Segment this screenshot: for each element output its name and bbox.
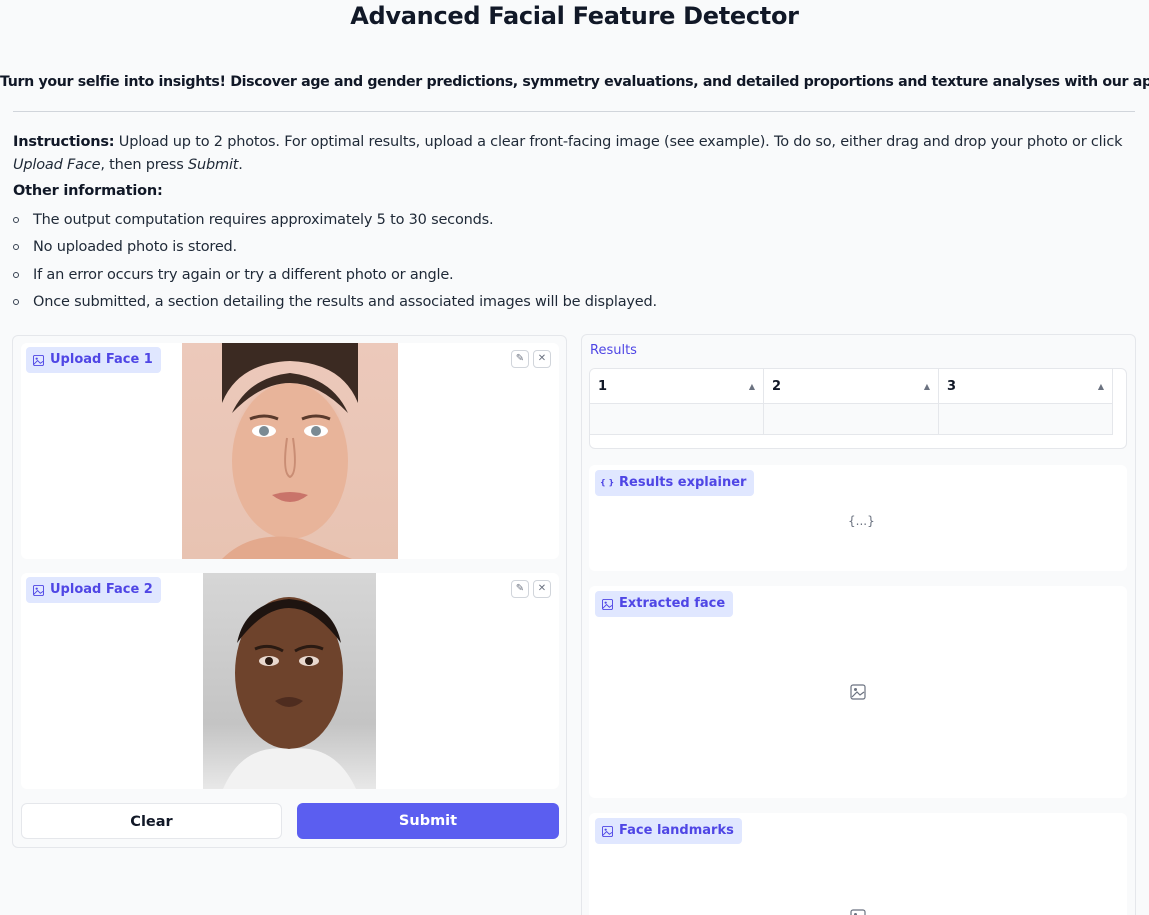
instructions-text: Instructions: Upload up to 2 photos. For…	[13, 131, 1138, 177]
list-item: If an error occurs try again or try a di…	[13, 264, 657, 291]
other-info-title: Other information:	[13, 183, 163, 199]
pencil-icon: ✎	[515, 353, 525, 364]
clear-button[interactable]: Clear	[21, 803, 282, 839]
image-icon	[33, 585, 44, 596]
edit-face-1-button[interactable]: ✎	[511, 350, 529, 368]
results-table[interactable]: 1 ▲ 2 ▲ 3 ▲	[589, 368, 1127, 449]
extracted-face-box: Extracted face	[589, 586, 1127, 798]
page-subtitle: Turn your selfie into insights! Discover…	[0, 74, 1149, 90]
close-icon: ✕	[537, 583, 547, 594]
table-cell[interactable]	[590, 404, 764, 435]
instructions-part-c: .	[238, 157, 243, 173]
remove-face-2-button[interactable]: ✕	[533, 580, 551, 598]
list-item-text: No uploaded photo is stored.	[33, 239, 237, 256]
upload-face-1-label: Upload Face 1	[26, 347, 161, 373]
bullet-icon	[13, 271, 19, 278]
table-header-3[interactable]: 3 ▲	[939, 369, 1113, 404]
upload-face-1-label-text: Upload Face 1	[50, 352, 153, 367]
results-label: Results	[590, 343, 637, 358]
close-icon: ✕	[537, 353, 547, 364]
table-cell[interactable]	[939, 404, 1113, 435]
list-item: Once submitted, a section detailing the …	[13, 291, 657, 318]
remove-face-1-button[interactable]: ✕	[533, 350, 551, 368]
image-icon	[602, 599, 613, 610]
face-landmarks-box: Face landmarks	[589, 813, 1127, 915]
page-title: Advanced Facial Feature Detector	[350, 2, 799, 30]
sort-icon[interactable]: ▲	[749, 369, 755, 404]
list-item: No uploaded photo is stored.	[13, 236, 657, 263]
list-item: The output computation requires approxim…	[13, 209, 657, 236]
other-info-list: The output computation requires approxim…	[13, 209, 657, 318]
face-1-illustration	[222, 338, 358, 559]
bullet-icon	[13, 217, 19, 223]
table-header-text: 2	[772, 379, 782, 394]
instructions-label: Instructions:	[13, 134, 115, 150]
results-explainer-label-text: Results explainer	[619, 475, 747, 490]
extracted-face-label: Extracted face	[595, 591, 734, 617]
list-item-text: If an error occurs try again or try a di…	[33, 266, 454, 283]
instructions-submit: Submit	[188, 157, 239, 173]
image-icon	[33, 355, 44, 366]
table-header-1[interactable]: 1 ▲	[590, 369, 764, 404]
table-header-text: 3	[947, 379, 957, 394]
instructions-part-b: , then press	[100, 157, 189, 173]
sort-icon[interactable]: ▲	[1098, 369, 1104, 404]
instructions-upload-face: Upload Face	[13, 157, 101, 173]
json-placeholder: {...}	[848, 514, 875, 528]
json-icon: { }	[600, 478, 615, 487]
list-item-text: Once submitted, a section detailing the …	[33, 293, 657, 310]
upload-face-2-label: Upload Face 2	[26, 577, 161, 603]
submit-button[interactable]: Submit	[297, 803, 559, 839]
image-icon	[602, 826, 613, 837]
face-landmarks-label: Face landmarks	[595, 818, 742, 844]
uploaded-face-1-image	[182, 338, 398, 559]
image-placeholder-icon	[850, 684, 866, 700]
face-landmarks-label-text: Face landmarks	[619, 823, 734, 838]
bullet-icon	[13, 298, 19, 305]
results-explainer-box: { } Results explainer {...}	[589, 465, 1127, 571]
list-item-text: The output computation requires approxim…	[33, 212, 494, 228]
upload-face-2-label-text: Upload Face 2	[50, 582, 153, 597]
divider	[13, 111, 1135, 112]
table-header-2[interactable]: 2 ▲	[764, 369, 939, 404]
edit-face-2-button[interactable]: ✎	[511, 580, 529, 598]
table-cell[interactable]	[764, 404, 939, 435]
face-2-illustration	[223, 597, 356, 789]
pencil-icon: ✎	[515, 583, 525, 594]
image-placeholder-icon	[850, 909, 866, 915]
extracted-face-label-text: Extracted face	[619, 596, 726, 611]
bullet-icon	[13, 244, 19, 251]
instructions-part-a: Upload up to 2 photos. For optimal resul…	[114, 134, 1123, 150]
uploaded-face-2-image	[203, 573, 376, 789]
table-header-text: 1	[598, 379, 608, 394]
sort-icon[interactable]: ▲	[924, 369, 930, 404]
results-explainer-label: { } Results explainer	[595, 470, 755, 496]
